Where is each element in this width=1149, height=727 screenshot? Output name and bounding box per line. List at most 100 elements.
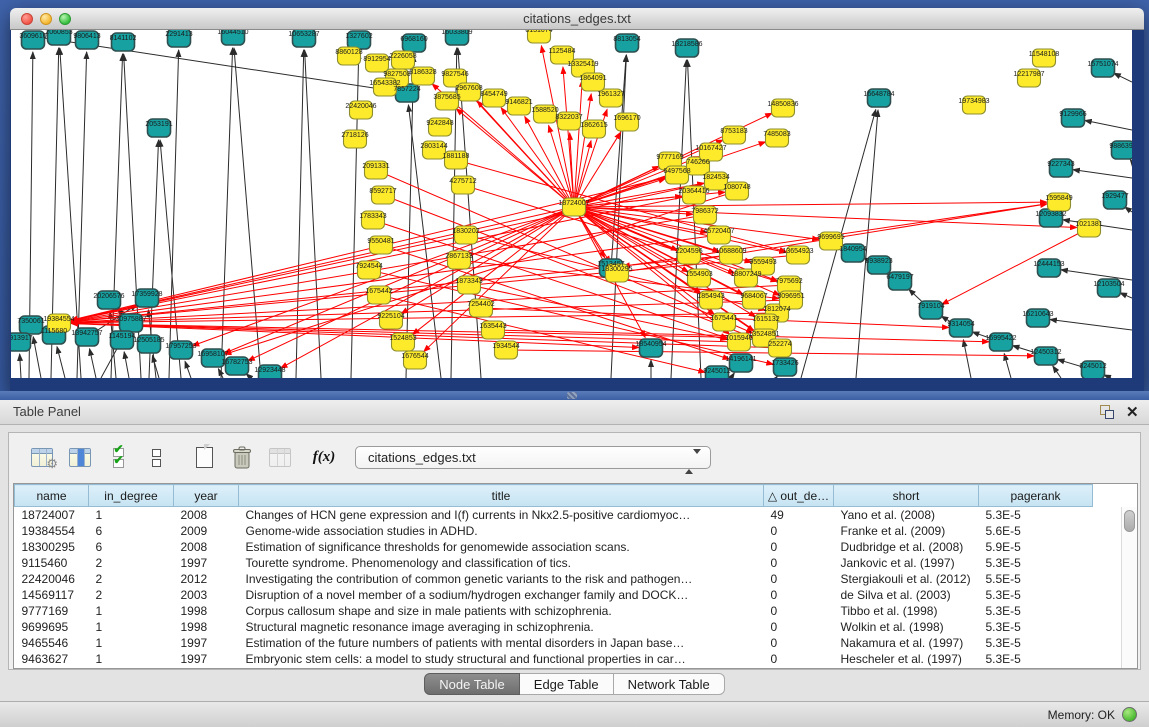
node-label: 1588520 — [531, 107, 558, 114]
new-column-button[interactable] — [189, 444, 219, 472]
tab-node-table[interactable]: Node Table — [424, 673, 520, 695]
node-table: namein_degreeyeartitle△ out_de…shortpage… — [13, 483, 1138, 669]
table-row[interactable]: 946554611997Estimation of the future num… — [15, 635, 1093, 651]
table-cell: Investigating the contribution of common… — [239, 571, 764, 587]
table-row[interactable]: 911546021997Tourette syndrome. Phenomeno… — [15, 555, 1093, 571]
edge[interactable] — [1061, 270, 1132, 280]
node-label: 7919104 — [917, 303, 944, 310]
float-panel-icon[interactable] — [1100, 405, 1115, 420]
column-header-outde[interactable]: △ out_de… — [764, 485, 834, 507]
edge[interactable] — [963, 340, 971, 378]
edge[interactable] — [406, 55, 414, 378]
new-document-icon — [196, 447, 213, 468]
table-cell: 1997 — [174, 555, 239, 571]
table-source-select[interactable]: citations_edges.txt — [355, 446, 711, 469]
table-scrollbar[interactable] — [1121, 507, 1137, 668]
table-cell: Estimation of the future numbers of pati… — [239, 635, 764, 651]
table-cell: Estimation of significance thresholds fo… — [239, 539, 764, 555]
node-label: 2060853 — [45, 30, 72, 36]
edge[interactable] — [296, 50, 304, 378]
node-label: 9827546 — [441, 71, 468, 78]
table-cell: Wolkin et al. (1998) — [834, 619, 979, 635]
splitter-grip-icon[interactable] — [567, 392, 577, 399]
table-mode-button[interactable]: ⚙ — [27, 444, 57, 472]
node-label: 7857224 — [393, 86, 420, 93]
window-titlebar[interactable]: citations_edges.txt — [10, 8, 1144, 30]
node-label: 1881188 — [443, 153, 470, 160]
edge[interactable] — [57, 347, 65, 378]
tab-edge-table[interactable]: Edge Table — [520, 673, 614, 695]
close-window-button[interactable] — [21, 13, 33, 25]
deselect-all-button[interactable] — [141, 444, 171, 472]
table-cell: 5.3E-5 — [979, 555, 1093, 571]
node-label: 9245012 — [703, 368, 730, 375]
table-scrollbar-thumb[interactable] — [1124, 510, 1135, 532]
column-header-title[interactable]: title — [239, 485, 764, 507]
edge[interactable] — [90, 349, 96, 378]
edge[interactable] — [1053, 366, 1061, 378]
delete-column-button[interactable] — [227, 444, 257, 472]
edge[interactable] — [1050, 320, 1132, 330]
table-cell: 2 — [89, 571, 174, 587]
minimize-window-button[interactable] — [40, 13, 52, 25]
table-cell: Franke et al. (2009) — [834, 523, 979, 539]
edge[interactable] — [33, 337, 41, 378]
edge[interactable] — [1120, 293, 1132, 298]
table-row[interactable]: 969969511998Structural magnetic resonanc… — [15, 619, 1093, 635]
table-cell: 49 — [764, 507, 834, 523]
function-builder-button[interactable]: f(x) — [309, 444, 339, 472]
panel-splitter[interactable] — [0, 391, 1149, 400]
table-cell: 18300295 — [15, 539, 89, 555]
column-header-short[interactable]: short — [834, 485, 979, 507]
node-label: 1675441 — [710, 315, 737, 322]
edge[interactable] — [1114, 73, 1132, 82]
node-label: 1873343 — [455, 278, 482, 285]
table-cell: 1 — [89, 635, 174, 651]
edge[interactable] — [1085, 120, 1132, 130]
tab-network-table[interactable]: Network Table — [614, 673, 725, 695]
edge[interactable] — [185, 361, 191, 378]
node-label: 6497568 — [663, 168, 690, 175]
select-all-button[interactable]: ✔ ✔ — [103, 444, 133, 472]
table-row[interactable]: 1872400712008Changes of HCN gene express… — [15, 507, 1093, 523]
edge[interactable] — [1073, 170, 1132, 178]
column-header-name[interactable]: name — [15, 485, 89, 507]
edge[interactable] — [20, 354, 21, 378]
table-cell: Changes of HCN gene expression and I(f) … — [239, 507, 764, 523]
edge[interactable] — [611, 55, 626, 268]
table-row[interactable]: 1938455462009Genome-wide association stu… — [15, 523, 1093, 539]
table-row[interactable]: 2242004622012Investigating the contribut… — [15, 571, 1093, 587]
zoom-window-button[interactable] — [59, 13, 71, 25]
show-columns-button[interactable] — [65, 444, 95, 472]
close-panel-icon[interactable]: ✕ — [1126, 403, 1139, 421]
node-label: 1854943 — [697, 293, 724, 300]
table-row[interactable]: 977716911998Corpus callosum shape and si… — [15, 603, 1093, 619]
column-select-icon — [69, 448, 91, 467]
node-label: 2204596 — [675, 248, 702, 255]
table-row[interactable]: 946362711997Embryonic stem cells: a mode… — [15, 651, 1093, 667]
table-row[interactable]: 1456911722003Disruption of a novel membe… — [15, 587, 1093, 603]
network-graph[interactable]: 3609610206085398064138141102229141316044… — [11, 30, 1132, 378]
citation-edge[interactable] — [942, 228, 1089, 304]
edge[interactable] — [1130, 160, 1132, 162]
column-header-indegree[interactable]: in_degree — [89, 485, 174, 507]
edge[interactable] — [169, 50, 179, 378]
table-cell: de Silva et al. (2003) — [834, 587, 979, 603]
edge[interactable] — [1004, 354, 1011, 378]
node-label: 7924544 — [355, 263, 382, 270]
node-label: 12093832 — [1035, 211, 1066, 218]
table-cell: 0 — [764, 571, 834, 587]
column-header-year[interactable]: year — [174, 485, 239, 507]
node-label: 8860128 — [335, 49, 362, 56]
table-row[interactable]: 1830029562008Estimation of significance … — [15, 539, 1093, 555]
delete-table-button[interactable] — [265, 444, 295, 472]
table-cell: 9699695 — [15, 619, 89, 635]
citation-edge[interactable] — [71, 313, 777, 323]
edge[interactable] — [124, 352, 129, 378]
table-cell: 9463627 — [15, 651, 89, 667]
edge[interactable] — [731, 373, 734, 378]
citation-edge[interactable] — [574, 207, 689, 272]
column-header-pagerank[interactable]: pagerank — [979, 485, 1093, 507]
network-canvas-area: 3609610206085398064138141102229141316044… — [10, 30, 1144, 391]
node-label: 14850836 — [767, 101, 798, 108]
